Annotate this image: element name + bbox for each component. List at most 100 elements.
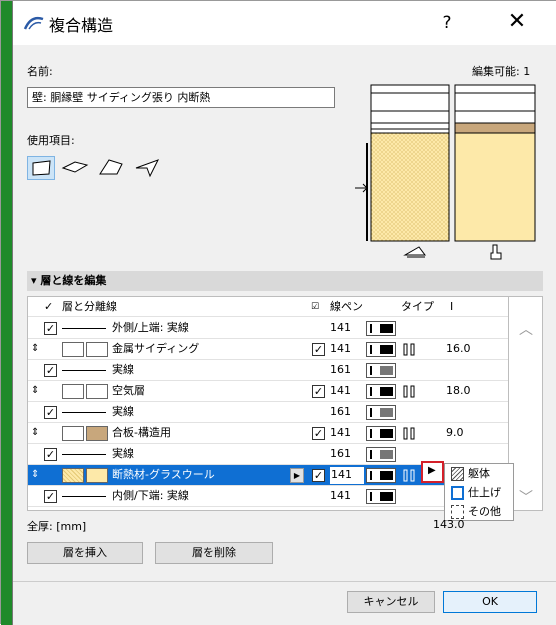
line-checkbox[interactable]: ✓: [44, 490, 57, 503]
visibility-checkbox[interactable]: ✓: [312, 385, 325, 398]
brush-icon: [490, 244, 502, 260]
layer-row[interactable]: ⇕ 金属サイディング ✓ 141 16.0: [28, 339, 508, 360]
line-checkbox[interactable]: ✓: [44, 322, 57, 335]
pen-swatch[interactable]: [366, 447, 396, 462]
pen-number[interactable]: 161: [330, 402, 351, 422]
core-icon: [451, 467, 464, 481]
line-checkbox[interactable]: ✓: [44, 448, 57, 461]
visibility-checkbox[interactable]: ✓: [312, 469, 325, 482]
usage-roof-button[interactable]: [97, 156, 125, 180]
help-button[interactable]: ?: [433, 9, 461, 37]
pen-number[interactable]: 141: [330, 339, 351, 359]
wall-icon: [32, 160, 51, 176]
layer-thickness[interactable]: 16.0: [446, 339, 471, 359]
pen-number[interactable]: 161: [330, 444, 351, 464]
insert-layer-button[interactable]: 層を挿入: [27, 542, 143, 564]
pen-number[interactable]: 141: [330, 318, 351, 338]
shell-icon: [135, 159, 160, 178]
drag-handle-icon[interactable]: ⇕: [31, 339, 39, 359]
pen-number[interactable]: 141: [330, 467, 364, 484]
pen-swatch[interactable]: [366, 363, 396, 378]
pen-number[interactable]: 141: [330, 381, 351, 401]
other-icon: [451, 505, 464, 519]
finish-icon: [451, 486, 464, 500]
pen-swatch[interactable]: [366, 321, 396, 336]
layer-thickness[interactable]: 18.0: [446, 381, 471, 401]
drag-handle-icon[interactable]: ⇕: [31, 423, 39, 443]
layer-row[interactable]: ⇕ 空気層 ✓ 141 18.0: [28, 381, 508, 402]
check-all-icon[interactable]: ✓: [44, 297, 53, 316]
line-row[interactable]: ✓ 外側/上端: 実線 141: [28, 318, 508, 339]
usage-wall-button[interactable]: [27, 156, 55, 180]
layer-row[interactable]: ⇕ 合板-構造用 ✓ 141 9.0: [28, 423, 508, 444]
popup-item-finish[interactable]: 仕上げ: [448, 484, 512, 502]
line-name: 実線: [112, 363, 134, 376]
line-name: 内側/下端: 実線: [112, 489, 189, 502]
title-bar: 複合構造 ? ✕: [13, 1, 556, 45]
delete-layer-button[interactable]: 層を削除: [155, 542, 273, 564]
pen-swatch[interactable]: [366, 342, 396, 357]
line-row[interactable]: ✓ 実線 161: [28, 360, 508, 381]
slab-icon: [61, 161, 89, 173]
line-checkbox[interactable]: ✓: [44, 406, 57, 419]
usage-shell-button[interactable]: [133, 156, 161, 180]
header-layer: 層と分離線: [62, 300, 117, 313]
visibility-checkbox[interactable]: ✓: [312, 343, 325, 356]
footer-divider: [13, 581, 556, 582]
fill-pattern-swatch[interactable]: [62, 384, 84, 399]
pen-swatch[interactable]: [366, 426, 396, 441]
line-sample: [62, 370, 106, 371]
popup-item-core[interactable]: 躯体: [448, 465, 512, 483]
structure-preview: [355, 84, 536, 260]
finish-type-icon: [403, 385, 415, 398]
line-name: 実線: [112, 447, 134, 460]
popup-item-label: 躯体: [468, 467, 490, 480]
visibility-checkbox[interactable]: ✓: [312, 427, 325, 440]
fill-color-swatch[interactable]: [86, 426, 108, 441]
line-row[interactable]: ✓ 内側/下端: 実線 141: [28, 486, 508, 507]
line-checkbox[interactable]: ✓: [44, 364, 57, 377]
pen-number[interactable]: 141: [330, 486, 351, 506]
fill-pattern-swatch[interactable]: [62, 426, 84, 441]
layer-name: 空気層: [112, 384, 145, 397]
fill-color-swatch[interactable]: [86, 342, 108, 357]
line-sample: [62, 454, 106, 455]
archicad-logo-icon: [23, 16, 44, 30]
pen-swatch[interactable]: [366, 489, 396, 504]
finish-type-icon: [403, 427, 415, 440]
section-header[interactable]: ▾ 層と線を編集: [27, 271, 543, 291]
table-scrollbar[interactable]: ︿ ﹀: [509, 296, 543, 511]
pen-swatch[interactable]: [366, 384, 396, 399]
fill-color-swatch[interactable]: [86, 468, 108, 483]
popup-item-label: 仕上げ: [468, 486, 501, 499]
drag-handle-icon[interactable]: ⇕: [31, 465, 39, 485]
fill-pattern-swatch[interactable]: [62, 342, 84, 357]
cancel-button[interactable]: キャンセル: [347, 591, 435, 613]
fill-pattern-swatch[interactable]: [62, 468, 84, 483]
usage-slab-button[interactable]: [61, 156, 89, 180]
ok-button[interactable]: OK: [443, 591, 537, 613]
pen-swatch[interactable]: [366, 405, 396, 420]
name-field[interactable]: 壁: 胴縁壁 サイディング張り 内断熱: [27, 87, 335, 108]
drag-handle-icon[interactable]: ⇕: [31, 381, 39, 401]
expand-arrow-icon[interactable]: ▶: [290, 468, 304, 483]
header-pen: 線ペン: [330, 300, 363, 313]
usage-label: 使用項目:: [27, 134, 75, 147]
finish-type-icon: [403, 343, 415, 356]
layer-thickness[interactable]: 9.0: [446, 423, 464, 443]
pen-swatch[interactable]: [366, 468, 396, 483]
layer-name: 金属サイディング: [112, 342, 200, 355]
triangle-right-icon: ▶: [428, 465, 436, 476]
line-row[interactable]: ✓ 実線 161: [28, 402, 508, 423]
scroll-up-icon[interactable]: ︿: [519, 319, 533, 339]
pen-number[interactable]: 141: [330, 423, 351, 443]
scroll-down-icon[interactable]: ﹀: [519, 487, 533, 507]
collapse-arrow-icon: ▾: [31, 274, 37, 287]
fill-color-swatch[interactable]: [86, 384, 108, 399]
finish-type-icon: [403, 469, 415, 482]
close-button[interactable]: ✕: [503, 9, 531, 37]
type-dropdown-arrow[interactable]: ▶: [421, 461, 444, 483]
pen-number[interactable]: 161: [330, 360, 351, 380]
editable-count: 編集可能: 1: [472, 65, 531, 78]
name-label: 名前:: [27, 65, 53, 78]
